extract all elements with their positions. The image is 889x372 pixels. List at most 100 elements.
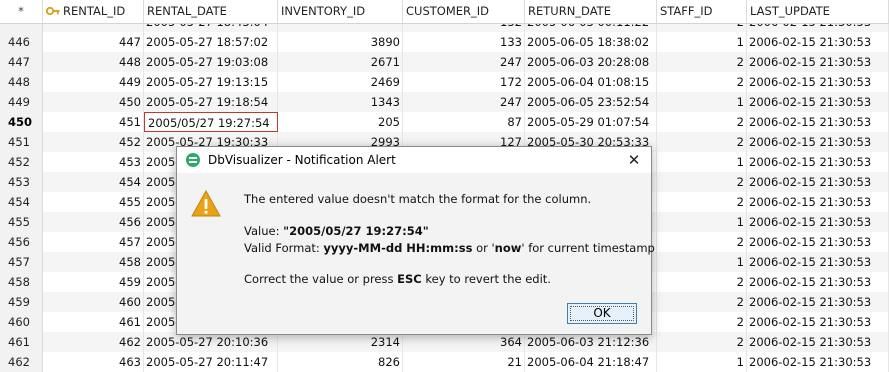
table-row[interactable]: 448 449 2005-05-27 19:13:15 2469 172 2005-06-… — [0, 72, 889, 92]
header-last-update[interactable]: LAST_UPDATE — [747, 0, 889, 23]
cell-return-date[interactable]: 2005-06-05 23:52:54 — [525, 92, 657, 112]
cell-last-update[interactable]: 2006-02-15 21:30:53 — [747, 152, 889, 172]
cell-rental-date[interactable]: 2005-05-27 20:11:47 — [144, 352, 278, 372]
cell-customer-id[interactable]: 133 — [403, 32, 525, 52]
cell-last-update[interactable]: 2006-02-15 21:30:53 — [747, 92, 889, 112]
cell-last-update[interactable]: 2006-02-15 21:30:53 — [747, 332, 889, 352]
cell-last-update[interactable]: 2006-02-15 21:30:53 — [747, 52, 889, 72]
header-customer-id[interactable]: CUSTOMER_ID — [403, 0, 525, 23]
table-row[interactable]: 447 448 2005-05-27 19:03:08 2671 247 2005-06-… — [0, 52, 889, 72]
cell-inventory-id[interactable]: 2671 — [278, 52, 403, 72]
cell-rental-id[interactable]: 450 — [43, 92, 144, 112]
cell-last-update[interactable]: 2006-02-15 21:30:53 — [747, 312, 889, 332]
close-icon[interactable]: ✕ — [617, 147, 651, 173]
cell-last-update[interactable]: 2006-02-15 21:30:53 — [747, 32, 889, 52]
dialog-titlebar[interactable]: DbVisualizer - Notification Alert ✕ — [177, 147, 651, 173]
cell-customer-id[interactable]: 172 — [403, 72, 525, 92]
cell-return-date[interactable]: 2005-06-04 21:18:47 — [525, 352, 657, 372]
cell-last-update[interactable]: 2006-02-15 21:30:53 — [747, 212, 889, 232]
cell-inventory-id[interactable]: 826 — [278, 352, 403, 372]
cell-staff-id[interactable]: 2 — [657, 112, 747, 132]
cell-last-update[interactable]: 2006-02-15 21:30:53 — [747, 112, 889, 132]
header-rental-id[interactable]: RENTAL_ID — [43, 0, 144, 23]
cell-rental-id[interactable]: 452 — [43, 132, 144, 152]
cell-staff-id[interactable]: 1 — [657, 212, 747, 232]
cell-rental-id[interactable]: 456 — [43, 212, 144, 232]
cell-rental-id[interactable]: 451 — [43, 112, 144, 132]
cell-staff-id[interactable]: 2 — [657, 292, 747, 312]
cell-staff-id[interactable]: 2 — [657, 312, 747, 332]
header-staff-id[interactable]: STAFF_ID — [657, 0, 747, 23]
cell-staff-id[interactable]: 1 — [657, 252, 747, 272]
cell-last-update[interactable]: 2006-02-15 21:30:53 — [747, 272, 889, 292]
cell-rental-id[interactable]: 461 — [43, 312, 144, 332]
hint-prefix: Correct the value or press — [244, 272, 398, 286]
cell-rental-id[interactable]: 454 — [43, 172, 144, 192]
header-inventory-id[interactable]: INVENTORY_ID — [278, 0, 403, 23]
cell-inventory-id[interactable]: 2314 — [278, 332, 403, 352]
cell-last-update[interactable]: 2006-02-15 21:30:53 — [747, 252, 889, 272]
cell-last-update[interactable]: 2006-02-15 21:30:53 — [747, 172, 889, 192]
table-row[interactable]: 446 447 2005-05-27 18:57:02 3890 133 2005-06-… — [0, 32, 889, 52]
table-row[interactable]: 450 451 2005/05/27 19:27:54 205 87 2005-05-29… — [0, 112, 889, 132]
cell-customer-id[interactable]: 21 — [403, 352, 525, 372]
ok-button[interactable]: OK — [567, 303, 637, 324]
cell-staff-id[interactable]: 2 — [657, 272, 747, 292]
cell-staff-id[interactable]: 2 — [657, 192, 747, 212]
cell-staff-id[interactable]: 1 — [657, 352, 747, 372]
cell-rental-id[interactable]: 460 — [43, 292, 144, 312]
cell-staff-id[interactable]: 2 — [657, 72, 747, 92]
cell-last-update[interactable]: 2006-02-15 21:30:53 — [747, 192, 889, 212]
or-text: or ' — [472, 241, 495, 255]
cell-rental-id[interactable]: 453 — [43, 152, 144, 172]
cell-staff-id[interactable]: 2 — [657, 172, 747, 192]
cell-rental-id[interactable]: 447 — [43, 32, 144, 52]
table-row[interactable]: 462 463 2005-05-27 20:11:47 826 21 2005-06-04… — [0, 352, 889, 372]
table-row[interactable]: 449 450 2005-05-27 19:18:54 1343 247 2005-06-… — [0, 92, 889, 112]
cell-staff-id[interactable]: 2 — [657, 232, 747, 252]
cell-inventory-id[interactable]: 205 — [278, 112, 403, 132]
header-rental-date[interactable]: RENTAL_DATE — [144, 0, 278, 23]
table-row[interactable]: 461 462 2005-05-27 20:10:36 2314 364 2005-06-… — [0, 332, 889, 352]
cell-customer-id[interactable]: 87 — [403, 112, 525, 132]
cell-last-update[interactable]: 2006-02-15 21:30:53 — [747, 292, 889, 312]
cell-staff-id[interactable]: 2 — [657, 332, 747, 352]
cell-inventory-id[interactable]: 3890 — [278, 32, 403, 52]
cell-return-date[interactable]: 2005-05-29 01:07:54 — [525, 112, 657, 132]
cell-return-date[interactable]: 2005-06-05 18:38:02 — [525, 32, 657, 52]
cell-inventory-id[interactable]: 1343 — [278, 92, 403, 112]
cell-return-date[interactable]: 2005-06-03 20:28:08 — [525, 52, 657, 72]
cell-rental-id[interactable]: 457 — [43, 232, 144, 252]
cell-rental-id[interactable]: 458 — [43, 252, 144, 272]
cell-staff-id[interactable]: 1 — [657, 32, 747, 52]
cell-rental-id[interactable]: 449 — [43, 72, 144, 92]
header-return-date[interactable]: RETURN_DATE — [525, 0, 657, 23]
cell-customer-id[interactable]: 247 — [403, 92, 525, 112]
cell-rental-date[interactable]: 2005-05-27 19:13:15 — [144, 72, 278, 92]
cell-last-update[interactable]: 2006-02-15 21:30:53 — [747, 132, 889, 152]
cell-rental-date[interactable]: 2005-05-27 20:10:36 — [144, 332, 278, 352]
cell-return-date[interactable]: 2005-06-03 21:12:36 — [525, 332, 657, 352]
cell-staff-id[interactable]: 2 — [657, 52, 747, 72]
cell-customer-id[interactable]: 247 — [403, 52, 525, 72]
cell-last-update[interactable]: 2006-02-15 21:30:53 — [747, 352, 889, 372]
cell-customer-id[interactable]: 364 — [403, 332, 525, 352]
cell-rental-date[interactable]: 2005-05-27 19:18:54 — [144, 92, 278, 112]
row-number: 452 — [0, 152, 43, 172]
cell-rental-id[interactable]: 455 — [43, 192, 144, 212]
cell-rental-id[interactable]: 459 — [43, 272, 144, 292]
cell-staff-id[interactable]: 1 — [657, 152, 747, 172]
dialog-body: The entered value doesn't match the form… — [177, 173, 655, 334]
cell-rental-id[interactable]: 462 — [43, 332, 144, 352]
cell-inventory-id[interactable]: 2469 — [278, 72, 403, 92]
cell-rental-id[interactable]: 463 — [43, 352, 144, 372]
cell-rental-date[interactable]: 2005/05/27 19:27:54 — [144, 112, 278, 132]
cell-staff-id[interactable]: 2 — [657, 132, 747, 152]
cell-return-date[interactable]: 2005-06-04 01:08:15 — [525, 72, 657, 92]
cell-last-update[interactable]: 2006-02-15 21:30:53 — [747, 232, 889, 252]
cell-rental-date[interactable]: 2005-05-27 18:57:02 — [144, 32, 278, 52]
cell-staff-id[interactable]: 1 — [657, 92, 747, 112]
cell-rental-id[interactable]: 448 — [43, 52, 144, 72]
cell-last-update[interactable]: 2006-02-15 21:30:53 — [747, 72, 889, 92]
cell-rental-date[interactable]: 2005-05-27 19:03:08 — [144, 52, 278, 72]
